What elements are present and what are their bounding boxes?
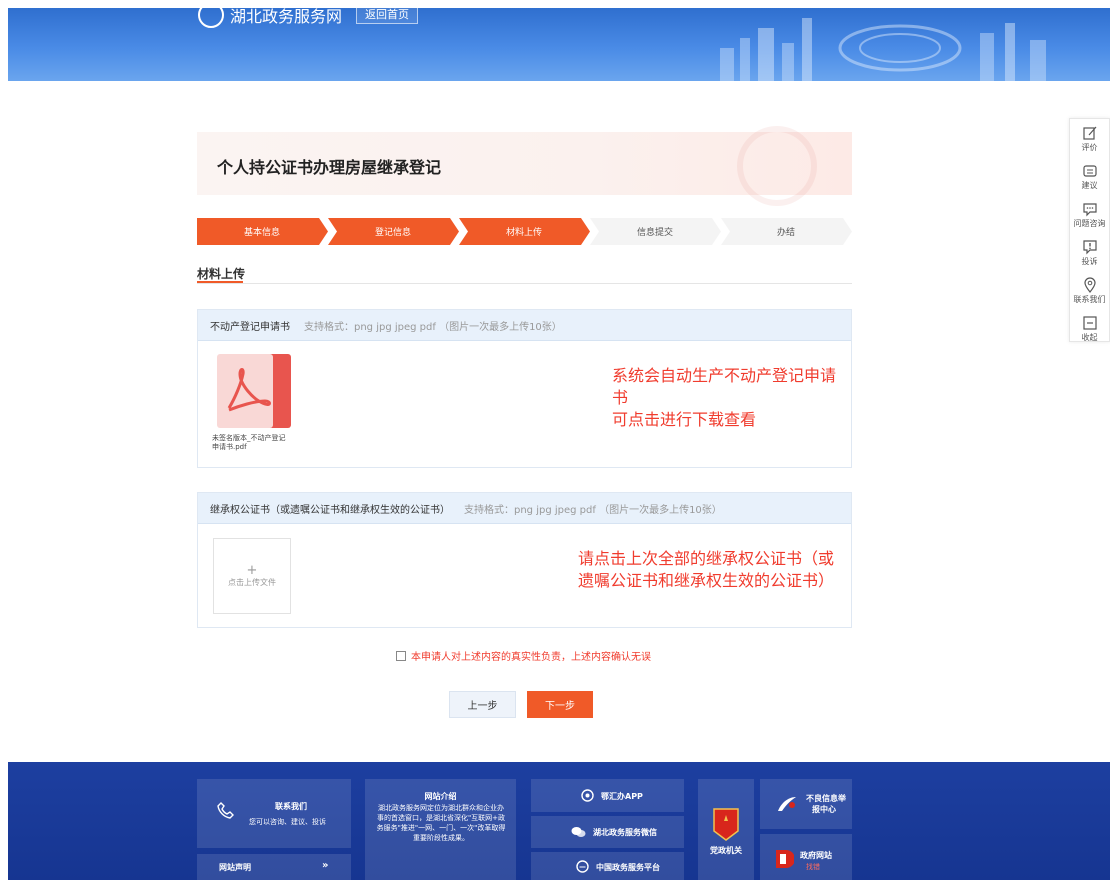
panel-format-hint: 支持格式：png jpg jpeg pdf （图片一次最多上传10张） bbox=[304, 321, 562, 333]
footer-statement-link[interactable]: 网站声明 » bbox=[197, 854, 351, 880]
suggestion-icon bbox=[1082, 164, 1097, 177]
page-title-banner: 个人持公证书办理房屋继承登记 bbox=[197, 126, 852, 206]
confirm-checkbox[interactable] bbox=[396, 650, 406, 661]
side-toolbar: 评价 建议 问题咨询 投诉 联系我们 收起 bbox=[1069, 118, 1110, 342]
step-basic-info: 基本信息 bbox=[243, 228, 280, 238]
footer-party-label: 党政机关 bbox=[710, 846, 742, 855]
sidebar-item-contact[interactable]: 联系我们 bbox=[1070, 272, 1109, 309]
panel-header: 继承权公证书（或遗嘱公证书和继承权生效的公证书） 支持格式：png jpg jp… bbox=[198, 493, 851, 524]
chat-icon bbox=[1082, 202, 1097, 216]
footer-contact-title: 联系我们 bbox=[275, 802, 307, 811]
note-line: 遗嘱公证书和继承权生效的公证书） bbox=[578, 571, 835, 590]
note-line: 可点击进行下载查看 bbox=[612, 410, 757, 429]
footer-intro-card: 网站介绍 湖北政务服务网定位为湖北群众和企业办事的首选窗口，是湖北省深化"互联网… bbox=[365, 779, 516, 880]
footer-report-line2: 报中心 bbox=[812, 805, 836, 814]
panel-title: 继承权公证书（或遗嘱公证书和继承权生效的公证书） bbox=[210, 504, 450, 516]
sidebar-item-label: 投诉 bbox=[1081, 256, 1098, 266]
step-material-upload: 材料上传 bbox=[505, 228, 542, 238]
site-footer: 联系我们 您可以咨询、建议、投诉 网站声明 » 网站介绍 湖北政务服务网定位为湖… bbox=[8, 762, 1110, 880]
wechat-icon bbox=[571, 827, 586, 837]
next-step-button[interactable]: 下一步 bbox=[527, 691, 593, 718]
national-platform-icon bbox=[576, 860, 589, 873]
confirm-text: 本申请人对上述内容的真实性负责，上述内容确认无误 bbox=[411, 652, 651, 663]
footer-wechat-link[interactable]: 湖北政务服务微信 bbox=[531, 816, 684, 848]
panel-header: 不动产登记申请书 支持格式：png jpg jpeg pdf （图片一次最多上传… bbox=[198, 310, 851, 341]
upload-label: 点击上传文件 bbox=[228, 577, 276, 587]
sidebar-item-collapse[interactable]: 收起 bbox=[1070, 310, 1109, 347]
footer-gov-site-label: 政府网站 bbox=[800, 851, 832, 860]
collapse-icon bbox=[1082, 315, 1097, 330]
edit-icon bbox=[1082, 126, 1096, 140]
footer-report-link[interactable]: 不良信息举 报中心 bbox=[760, 779, 852, 829]
emblem-icon bbox=[198, 8, 224, 28]
footer-app-link[interactable]: 鄂汇办APP bbox=[531, 779, 684, 812]
gov-site-icon bbox=[776, 850, 794, 868]
sidebar-item-label: 收起 bbox=[1081, 332, 1098, 342]
emblem-watermark bbox=[737, 126, 817, 206]
complaint-icon bbox=[1082, 239, 1097, 254]
city-skyline-image bbox=[720, 18, 1046, 81]
prev-step-button[interactable]: 上一步 bbox=[449, 691, 516, 718]
back-home-button[interactable]: 返回首页 bbox=[356, 8, 419, 24]
party-government-badge-icon bbox=[713, 808, 739, 841]
annotation-note: 系统会自动生产不动产登记申请书 可点击进行下载查看 bbox=[612, 365, 851, 431]
upload-file-button[interactable]: + 点击上传文件 bbox=[213, 538, 291, 614]
footer-wechat-label: 湖北政务服务微信 bbox=[593, 828, 657, 837]
site-header: 湖北政务服务网 返回首页 bbox=[8, 8, 1110, 81]
sidebar-item-label: 建议 bbox=[1081, 180, 1098, 190]
sidebar-item-label: 问题咨询 bbox=[1073, 218, 1106, 228]
footer-intro-text: 湖北政务服务网定位为湖北群众和企业办事的首选窗口，是湖北省深化"互联网+政务服务… bbox=[376, 804, 506, 842]
phone-icon bbox=[217, 802, 234, 819]
location-icon bbox=[1083, 276, 1096, 293]
footer-gov-site-sub: 找错 bbox=[806, 863, 820, 871]
note-line: 系统会自动生产不动产登记申请书 bbox=[612, 366, 837, 407]
footer-report-line1: 不良信息举 bbox=[806, 794, 846, 803]
plus-icon: + bbox=[246, 562, 258, 578]
footer-statement-label: 网站声明 bbox=[219, 863, 251, 872]
footer-gov-site-link[interactable]: 政府网站 找错 bbox=[760, 834, 852, 880]
footer-party-link[interactable]: 党政机关 bbox=[698, 779, 754, 880]
sidebar-item-suggestion[interactable]: 建议 bbox=[1070, 158, 1109, 195]
annotation-note: 请点击上次全部的继承权公证书（或 遗嘱公证书和继承权生效的公证书） bbox=[578, 548, 834, 592]
section-title: 材料上传 bbox=[197, 267, 246, 281]
step-registration-info: 登记信息 bbox=[374, 228, 411, 238]
upload-panel-application: 不动产登记申请书 支持格式：png jpg jpeg pdf （图片一次最多上传… bbox=[197, 309, 852, 468]
file-name[interactable]: 未签名版本_不动产登记申请书.pdf bbox=[212, 434, 292, 452]
page-title: 个人持公证书办理房屋继承登记 bbox=[217, 158, 442, 177]
footer-contact-sub: 您可以咨询、建议、投诉 bbox=[249, 818, 326, 826]
footer-intro-title: 网站介绍 bbox=[424, 792, 457, 801]
site-logo[interactable]: 湖北政务服务网 返回首页 bbox=[198, 8, 419, 28]
footer-contact-card[interactable]: 联系我们 您可以咨询、建议、投诉 bbox=[197, 779, 351, 848]
step-completed: 办结 bbox=[776, 228, 795, 238]
sidebar-item-label: 联系我们 bbox=[1073, 294, 1106, 304]
sidebar-item-label: 评价 bbox=[1081, 142, 1098, 152]
report-center-icon bbox=[778, 797, 796, 811]
panel-format-hint: 支持格式：png jpg jpeg pdf （图片一次最多上传10张） bbox=[464, 504, 722, 516]
footer-national-link[interactable]: 中国政务服务平台 bbox=[531, 852, 684, 880]
confirm-row: 本申请人对上述内容的真实性负责，上述内容确认无误 bbox=[396, 648, 651, 663]
sidebar-item-complaint[interactable]: 投诉 bbox=[1070, 234, 1109, 271]
footer-national-label: 中国政务服务平台 bbox=[596, 863, 660, 872]
site-name: 湖北政务服务网 bbox=[230, 8, 343, 26]
chevron-right-icon: » bbox=[322, 860, 329, 871]
sidebar-item-consult[interactable]: 问题咨询 bbox=[1070, 196, 1109, 233]
sidebar-item-evaluate[interactable]: 评价 bbox=[1070, 120, 1109, 157]
panel-title: 不动产登记申请书 bbox=[210, 321, 290, 333]
step-info-submit: 信息提交 bbox=[636, 228, 673, 238]
app-icon bbox=[581, 789, 594, 802]
progress-steps: 基本信息 登记信息 材料上传 信息提交 办结 bbox=[197, 218, 852, 245]
note-line: 请点击上次全部的继承权公证书（或 bbox=[578, 549, 835, 568]
upload-panel-notarial-certificate: 继承权公证书（或遗嘱公证书和继承权生效的公证书） 支持格式：png jpg jp… bbox=[197, 492, 852, 628]
divider bbox=[197, 283, 852, 284]
pdf-file-icon[interactable] bbox=[215, 354, 291, 428]
footer-app-label: 鄂汇办APP bbox=[601, 792, 643, 801]
